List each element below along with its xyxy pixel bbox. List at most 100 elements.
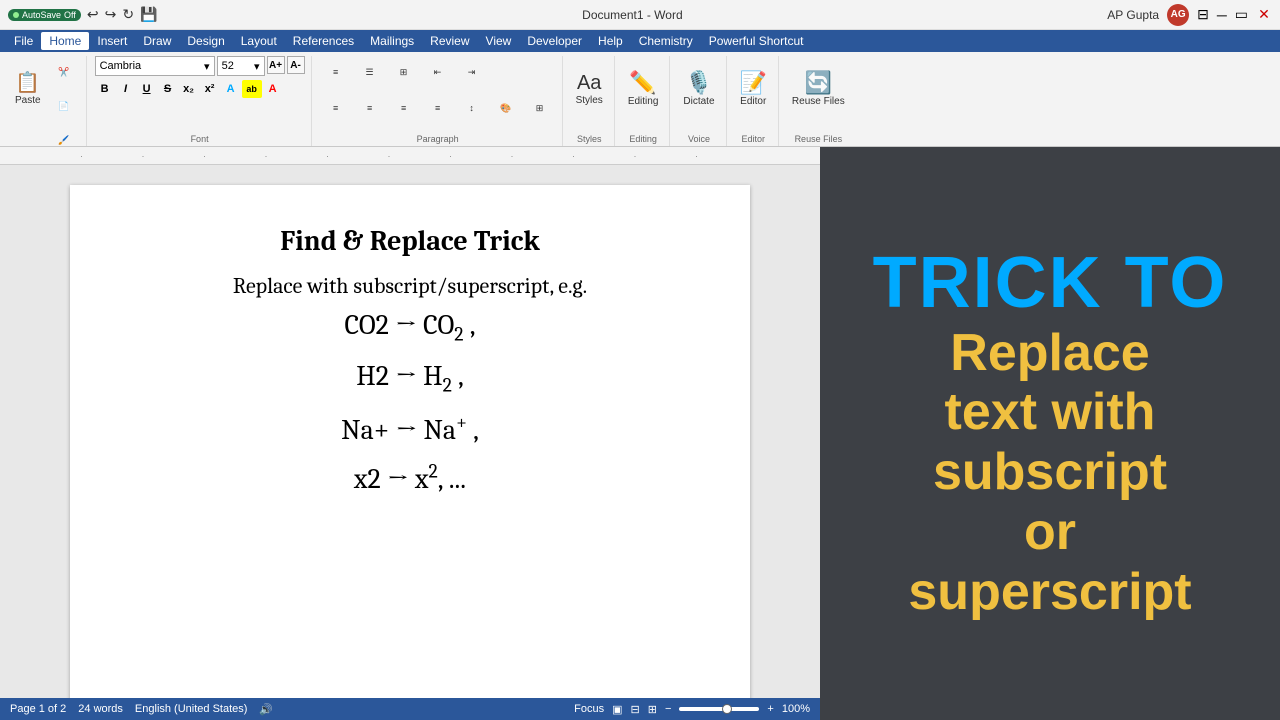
- window-title: Document1 - Word: [582, 8, 682, 22]
- numbering-button[interactable]: ☰: [354, 56, 386, 88]
- indent-increase-button[interactable]: ⇥: [456, 56, 488, 88]
- shading-button[interactable]: 🎨: [490, 92, 522, 124]
- ribbon-voice: 🎙️ Dictate Voice: [672, 56, 726, 146]
- minimize-button[interactable]: ─: [1217, 7, 1227, 23]
- copy-button[interactable]: 📄: [48, 90, 80, 122]
- reuse-content: 🔄 Reuse Files: [787, 56, 850, 132]
- word-count: 24 words: [78, 703, 123, 716]
- user-avatar[interactable]: AG: [1167, 4, 1189, 26]
- refresh-icon[interactable]: ↻: [122, 6, 134, 23]
- voice-label: Voice: [688, 132, 710, 144]
- menu-help[interactable]: Help: [590, 32, 631, 50]
- title-bar-right: AP Gupta AG ⊟ ─ ▭ ✕: [1107, 4, 1272, 26]
- na-before: Na+ → Na+ ,: [341, 414, 479, 446]
- ribbon-collapse-icon[interactable]: ⊟: [1197, 6, 1209, 23]
- menu-insert[interactable]: Insert: [89, 32, 135, 50]
- indent-decrease-button[interactable]: ⇤: [422, 56, 454, 88]
- editor-button[interactable]: 📝 Editor: [735, 56, 772, 122]
- paste-button[interactable]: 📋 Paste: [10, 56, 46, 122]
- redo-icon[interactable]: ↪: [105, 6, 117, 23]
- font-name-selector[interactable]: Cambria ▾: [95, 56, 215, 76]
- menu-draw[interactable]: Draw: [135, 32, 179, 50]
- styles-button[interactable]: Aa Styles: [571, 56, 608, 122]
- x2-before: x2 → x2, ...: [354, 463, 466, 495]
- zoom-slider[interactable]: [679, 707, 759, 711]
- bullets-button[interactable]: ≡: [320, 56, 352, 88]
- user-name: AP Gupta: [1107, 8, 1159, 22]
- status-left: Page 1 of 2 24 words English (United Sta…: [10, 703, 273, 716]
- editing-content: ✏️ Editing: [623, 56, 664, 132]
- zoom-level[interactable]: 100%: [782, 703, 810, 715]
- menu-home[interactable]: Home: [41, 32, 89, 50]
- voice-content: 🎙️ Dictate: [678, 56, 719, 132]
- menu-view[interactable]: View: [478, 32, 520, 50]
- undo-icon[interactable]: ↩: [87, 6, 99, 23]
- close-button[interactable]: ✕: [1256, 7, 1272, 23]
- strikethrough-button[interactable]: S: [158, 80, 178, 98]
- line-spacing-button[interactable]: ↕: [456, 92, 488, 124]
- justify-icon: ≡: [435, 103, 440, 113]
- text-highlight-button[interactable]: ab: [242, 80, 262, 98]
- dictate-button[interactable]: 🎙️ Dictate: [678, 56, 719, 122]
- layout-icon-2[interactable]: ⊟: [631, 703, 640, 716]
- font-name-dropdown-icon[interactable]: ▾: [204, 60, 210, 73]
- ribbon: 📋 Paste ✂️ 📄 🖌️ Clipboard Cambria ▾ 52 ▾: [0, 52, 1280, 147]
- menu-review[interactable]: Review: [422, 32, 477, 50]
- menu-layout[interactable]: Layout: [233, 32, 285, 50]
- ribbon-reuse: 🔄 Reuse Files Reuse Files: [781, 56, 856, 146]
- autosave-badge[interactable]: AutoSave Off: [8, 9, 81, 21]
- menu-chemistry[interactable]: Chemistry: [631, 32, 701, 50]
- bold-button[interactable]: B: [95, 80, 115, 98]
- document-area: · · · · · · · · · · · Find & Replace Tri…: [0, 147, 820, 720]
- font-size-value: 52: [222, 60, 234, 72]
- borders-button[interactable]: ⊞: [524, 92, 556, 124]
- focus-label[interactable]: Focus: [574, 703, 604, 715]
- menu-developer[interactable]: Developer: [519, 32, 590, 50]
- menu-references[interactable]: References: [285, 32, 362, 50]
- zoom-thumb: [722, 704, 732, 714]
- editor-content: 📝 Editor: [735, 56, 772, 132]
- zoom-minus-button[interactable]: −: [665, 703, 671, 715]
- reuse-icon: 🔄: [805, 72, 832, 94]
- font-grow-button[interactable]: A+: [267, 56, 285, 74]
- editor-label: Editor: [740, 96, 766, 107]
- main-area: · · · · · · · · · · · Find & Replace Tri…: [0, 147, 1280, 720]
- menu-design[interactable]: Design: [179, 32, 232, 50]
- layout-icon-3[interactable]: ⊞: [648, 703, 657, 716]
- document-scroll[interactable]: Find & Replace Trick Replace with subscr…: [0, 165, 820, 698]
- align-left-button[interactable]: ≡: [320, 92, 352, 124]
- menu-mailings[interactable]: Mailings: [362, 32, 422, 50]
- formula-h2: H2 → H2 ,: [120, 360, 700, 397]
- align-center-button[interactable]: ≡: [354, 92, 386, 124]
- layout-icon-1[interactable]: ▣: [612, 703, 622, 716]
- menu-file[interactable]: File: [6, 32, 41, 50]
- align-right-button[interactable]: ≡: [388, 92, 420, 124]
- font-size-dropdown-icon[interactable]: ▾: [254, 60, 260, 73]
- justify-button[interactable]: ≡: [422, 92, 454, 124]
- text-effects-button[interactable]: A: [221, 80, 241, 98]
- font-size-selector[interactable]: 52 ▾: [217, 56, 265, 76]
- maximize-button[interactable]: ▭: [1235, 6, 1248, 23]
- font-format-row: B I U S x₂ x² A ab A: [95, 80, 283, 98]
- title-bar: AutoSave Off ↩ ↪ ↻ 💾 Document1 - Word AP…: [0, 0, 1280, 30]
- zoom-plus-button[interactable]: +: [767, 703, 773, 715]
- reuse-button[interactable]: 🔄 Reuse Files: [787, 56, 850, 122]
- superscript-button[interactable]: x²: [200, 80, 220, 98]
- menu-powerful-shortcut[interactable]: Powerful Shortcut: [701, 32, 812, 50]
- copy-icon: 📄: [58, 101, 69, 112]
- font-color-button[interactable]: A: [263, 80, 283, 98]
- save-icon[interactable]: 💾: [140, 6, 157, 23]
- document-page: Find & Replace Trick Replace with subscr…: [70, 185, 750, 698]
- bullets-icon: ≡: [333, 67, 338, 77]
- editing-button[interactable]: ✏️ Editing: [623, 56, 664, 122]
- subscript-button[interactable]: x₂: [179, 80, 199, 98]
- underline-button[interactable]: U: [137, 80, 157, 98]
- editing-group-label: Editing: [629, 132, 657, 144]
- dictate-label: Dictate: [683, 96, 714, 107]
- clipboard-content: 📋 Paste ✂️ 📄 🖌️: [10, 56, 80, 156]
- font-shrink-button[interactable]: A-: [287, 56, 305, 74]
- multilevel-button[interactable]: ⊞: [388, 56, 420, 88]
- italic-button[interactable]: I: [116, 80, 136, 98]
- cut-button[interactable]: ✂️: [48, 56, 80, 88]
- dictate-icon: 🎙️: [685, 72, 712, 94]
